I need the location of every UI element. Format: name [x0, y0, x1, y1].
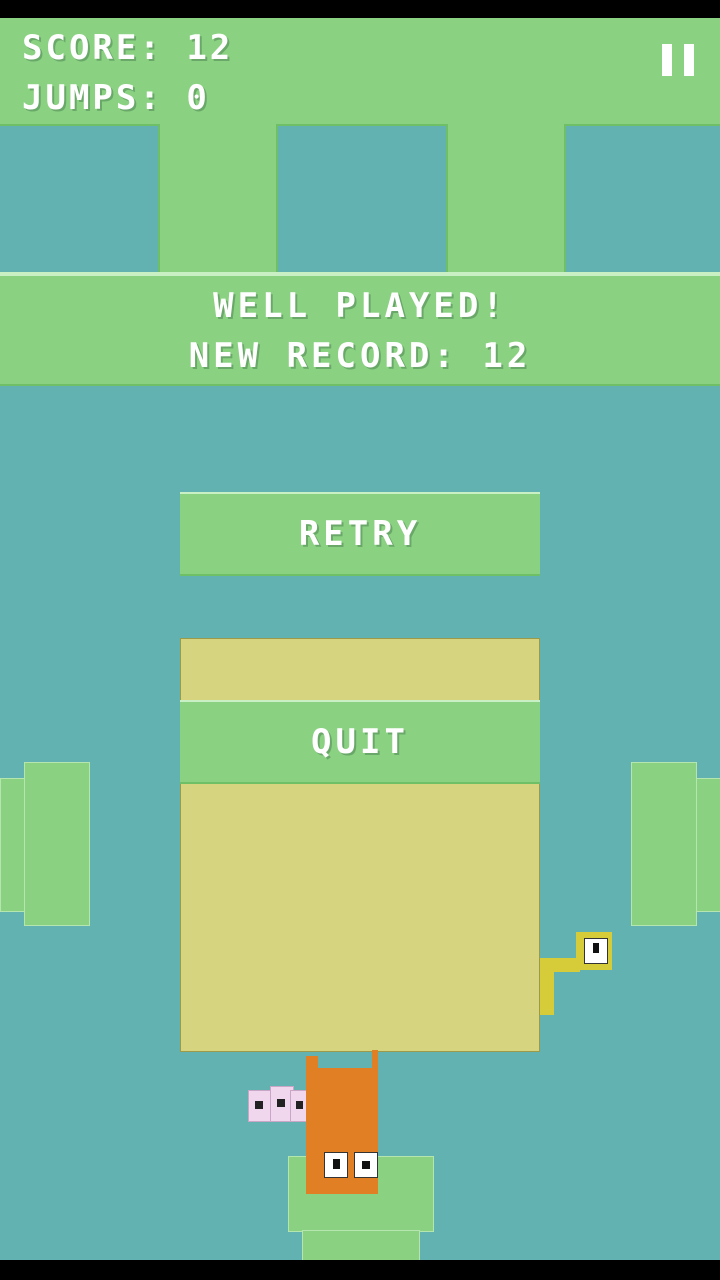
- top-pipe-left: [158, 124, 278, 278]
- player-pupil-left: [333, 1159, 340, 1169]
- player-eye-left: [324, 1152, 348, 1178]
- score-label: SCORE:: [22, 28, 163, 68]
- score-value: 12: [186, 28, 234, 68]
- pink-ghost-eye: [296, 1101, 303, 1109]
- pink-ghost-1: [248, 1090, 272, 1122]
- retry-button[interactable]: RETRY: [180, 492, 540, 576]
- pause-button[interactable]: [662, 44, 696, 78]
- side-pipe-right-cap: [696, 778, 720, 912]
- score-readout: SCORE: 12: [22, 28, 233, 68]
- player-ear-right: [372, 1050, 378, 1068]
- new-record-value: 12: [482, 336, 532, 376]
- game-screen: SCORE: 12 JUMPS: 0 WELL PLAYED! NEW RECO…: [0, 18, 720, 1260]
- jumps-value: 0: [186, 78, 210, 118]
- side-pipe-right: [631, 762, 697, 926]
- hud-bar: SCORE: 12 JUMPS: 0: [0, 18, 720, 126]
- jumps-label: JUMPS:: [22, 78, 163, 118]
- side-pipe-left-cap: [0, 778, 26, 912]
- new-record-line: NEW RECORD: 12: [0, 336, 720, 376]
- yellow-creature-pupil: [593, 943, 599, 953]
- pink-ghost-eye: [277, 1099, 285, 1107]
- jumps-readout: JUMPS: 0: [22, 78, 210, 118]
- side-pipe-left: [24, 762, 90, 926]
- bottom-pipe: [302, 1230, 420, 1260]
- player-ear-left: [306, 1056, 318, 1068]
- top-pipe-right: [446, 124, 566, 278]
- player-eye-right: [354, 1152, 378, 1178]
- yellow-creature-body: [540, 958, 554, 1015]
- yellow-creature-eye: [584, 938, 608, 964]
- pink-ghost-eye: [255, 1101, 263, 1109]
- player-pupil-right: [362, 1161, 370, 1169]
- result-banner: WELL PLAYED! NEW RECORD: 12: [0, 272, 720, 386]
- new-record-label: NEW RECORD:: [188, 336, 458, 376]
- pink-ghost-group: [248, 1086, 310, 1128]
- quit-button[interactable]: QUIT: [180, 700, 540, 784]
- orange-player: [306, 1050, 378, 1194]
- pause-icon: [662, 44, 672, 76]
- pause-icon-bar: [684, 44, 694, 76]
- yellow-creature-head: [576, 932, 612, 970]
- banner-title: WELL PLAYED!: [213, 286, 507, 326]
